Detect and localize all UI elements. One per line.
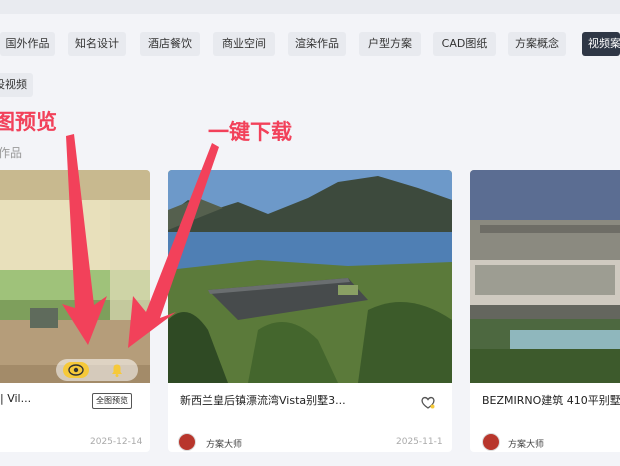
arrow-to-download bbox=[128, 143, 219, 348]
arrow-to-preview bbox=[62, 134, 107, 345]
annotation-arrows bbox=[62, 134, 219, 348]
